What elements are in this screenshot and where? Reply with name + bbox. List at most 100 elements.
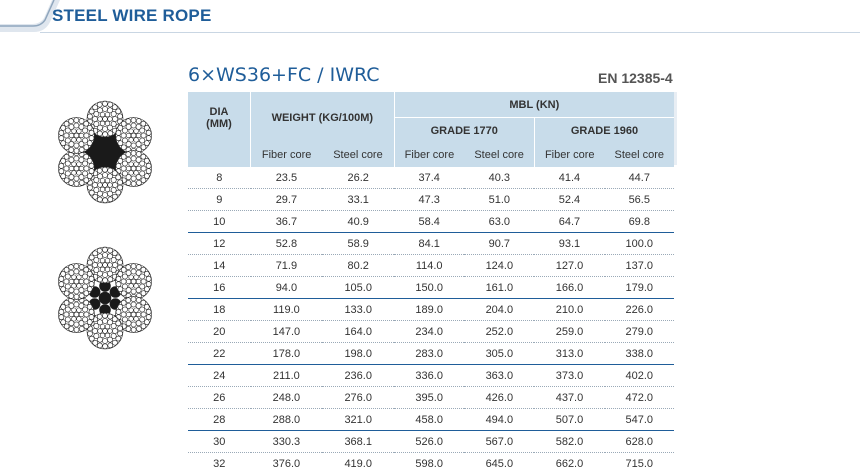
value-cell: 395.0	[394, 386, 465, 409]
wire	[82, 273, 88, 280]
value-cell: 84.1	[394, 232, 465, 255]
wire	[68, 123, 75, 130]
weight-header: WEIGHT (KG/100M)	[250, 92, 395, 143]
value-cell: 198.0	[322, 342, 395, 365]
wire	[78, 165, 85, 172]
wire	[130, 155, 137, 162]
wire	[122, 283, 128, 290]
wire	[130, 278, 137, 285]
wire	[83, 120, 90, 127]
value-cell: 69.8	[604, 210, 674, 233]
wire	[96, 101, 103, 108]
wire	[86, 124, 93, 131]
wire	[136, 180, 142, 186]
wire	[68, 293, 75, 299]
wire	[63, 278, 70, 285]
wire	[63, 132, 70, 139]
wire	[130, 301, 137, 308]
wire	[115, 254, 122, 261]
dia-cell: 16	[188, 276, 251, 299]
wire	[102, 252, 108, 258]
wire	[97, 262, 103, 268]
wire	[97, 182, 103, 188]
wire	[68, 302, 75, 309]
page-title: STEEL WIRE ROPE	[52, 6, 212, 25]
wire	[112, 328, 118, 334]
wire	[92, 262, 98, 268]
wire	[63, 311, 70, 318]
value-cell: 336.0	[394, 364, 465, 387]
wire	[83, 266, 90, 273]
wire	[63, 144, 70, 151]
wire	[78, 311, 85, 318]
dia-cell: 30	[188, 430, 251, 453]
wire	[115, 276, 122, 282]
wire	[115, 163, 122, 169]
value-cell: 58.9	[322, 232, 395, 255]
wire	[102, 131, 108, 138]
wire	[63, 323, 70, 330]
wire	[140, 290, 147, 296]
wire	[112, 193, 118, 200]
value-cell: 147.0	[250, 320, 323, 343]
wire	[60, 319, 67, 326]
wire	[73, 311, 80, 318]
wire	[135, 165, 142, 172]
wire	[86, 140, 93, 146]
wire	[143, 303, 150, 310]
wire	[88, 162, 95, 169]
header-divider	[40, 32, 860, 33]
value-cell: 368.1	[322, 430, 395, 453]
wire	[88, 135, 95, 141]
wire	[96, 313, 103, 320]
wire	[87, 113, 93, 120]
wire	[139, 127, 146, 134]
wire	[125, 302, 132, 309]
wire	[130, 132, 137, 139]
wire	[143, 270, 150, 277]
wire	[107, 130, 114, 137]
table-row: 9 29.7 33.1 47.3 51.0 52.4 56.5	[188, 188, 674, 211]
wire	[135, 141, 142, 148]
wire	[140, 132, 147, 139]
wire	[140, 120, 147, 127]
wire	[102, 182, 108, 188]
wire	[60, 140, 67, 147]
wire	[86, 173, 93, 179]
value-cell: 93.1	[534, 232, 605, 255]
wire	[97, 196, 103, 203]
wire	[120, 144, 127, 151]
wire	[122, 137, 128, 144]
value-cell: 52.4	[534, 188, 605, 211]
wire	[107, 196, 114, 203]
standard-label: EN 12385-4	[598, 70, 673, 86]
wire	[111, 104, 118, 111]
wire	[143, 157, 150, 164]
wire	[135, 264, 142, 270]
table-row: 20 147.0 164.0 234.0 252.0 259.0 279.0	[188, 320, 674, 343]
table-row: 28 288.0 321.0 458.0 494.0 507.0 547.0	[188, 408, 674, 431]
sub-header: Steel core	[604, 143, 674, 167]
sub-header: Steel core	[464, 143, 535, 167]
wire	[107, 262, 113, 268]
sub-header: Fiber core	[250, 143, 323, 167]
wire	[64, 316, 71, 323]
wire	[83, 153, 90, 160]
wire	[73, 326, 80, 333]
wire	[117, 140, 124, 147]
value-cell: 105.0	[322, 276, 395, 299]
wire	[102, 246, 108, 253]
mbl-header: MBL (KN)	[394, 92, 674, 118]
table-row: 32 376.0 419.0 598.0 645.0 662.0 715.0	[188, 453, 674, 475]
value-cell: 40.9	[322, 210, 395, 233]
grade-1770-header: GRADE 1770	[394, 117, 535, 143]
wire	[102, 343, 108, 350]
value-cell: 279.0	[604, 320, 674, 343]
wire	[78, 180, 85, 186]
wire	[135, 320, 142, 327]
wire	[102, 328, 108, 334]
wire	[111, 170, 118, 177]
value-cell: 472.0	[604, 386, 674, 409]
wire	[73, 147, 80, 154]
value-cell: 305.0	[464, 342, 535, 365]
